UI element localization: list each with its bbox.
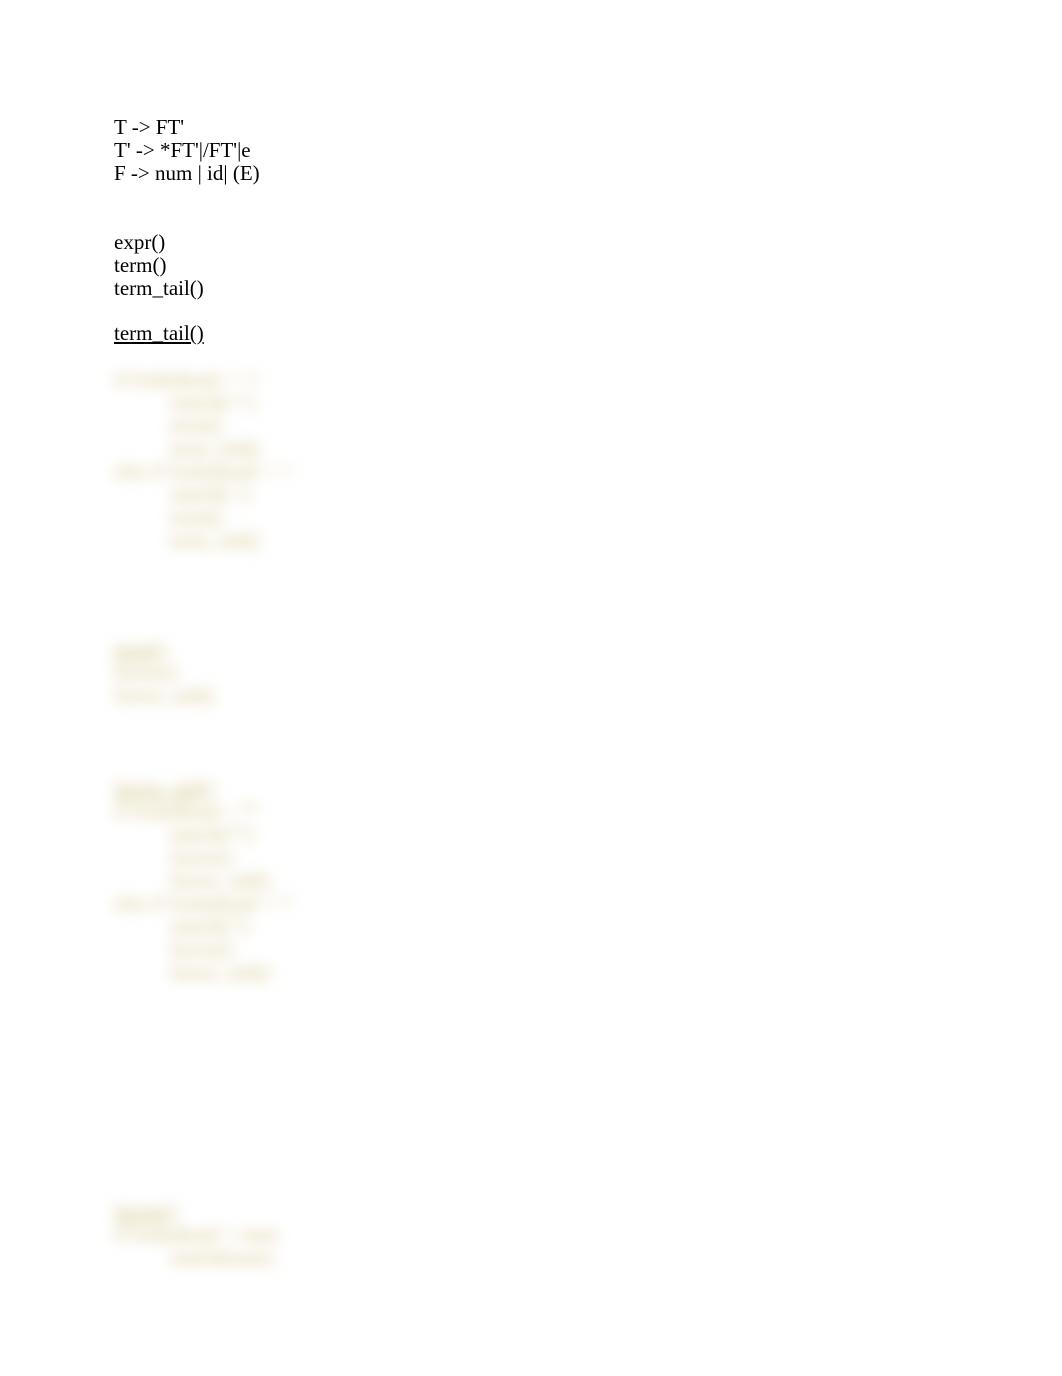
spacer: [114, 730, 1062, 754]
call-expr: expr(): [114, 231, 1062, 254]
call-term-tail: term_tail(): [114, 277, 1062, 300]
spacer: [114, 300, 1062, 322]
blurred-pseudocode-1: if lookahead = '+' match('+') term() ter…: [114, 345, 1062, 575]
call-sequence: expr() term() term_tail(): [114, 231, 1062, 300]
grammar-rule-Tp: T' -> *FT'|/FT'|e: [114, 139, 1062, 162]
heading-term-tail: term_tail(): [114, 322, 1062, 345]
blurred-pseudocode-4: factor() if lookahead = num match(num): [114, 1177, 1062, 1292]
grammar-rule-T: T -> FT': [114, 116, 1062, 139]
spacer: [114, 185, 1062, 231]
call-term: term(): [114, 254, 1062, 277]
blurred-pseudocode-2: term() factor() factor_tail(): [114, 615, 1062, 730]
grammar-rule-F: F -> num | id| (E): [114, 162, 1062, 185]
grammar-block: T -> FT' T' -> *FT'|/FT'|e F -> num | id…: [114, 116, 1062, 185]
document-page: T -> FT' T' -> *FT'|/FT'|e F -> num | id…: [0, 0, 1062, 1376]
spacer: [114, 575, 1062, 615]
spacer: [114, 1007, 1062, 1177]
blurred-pseudocode-3: factor_tail() if lookahead = '*' match('…: [114, 754, 1062, 1007]
